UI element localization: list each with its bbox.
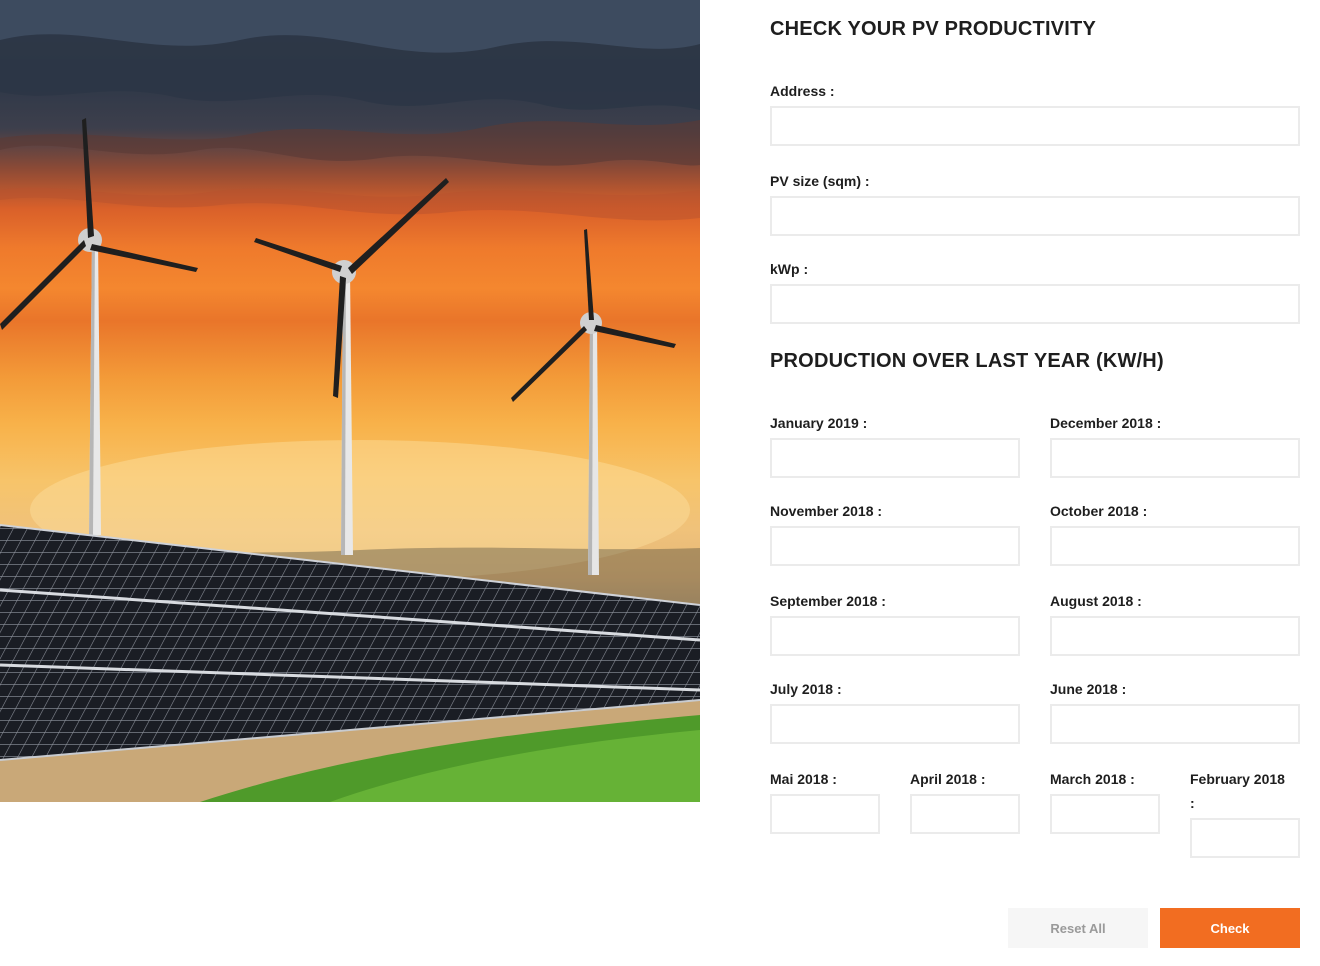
january-2019-input[interactable]	[770, 438, 1020, 478]
november-2018-input[interactable]	[770, 526, 1020, 566]
mai-2018-input[interactable]	[770, 794, 880, 834]
address-label: Address :	[770, 83, 835, 99]
wind-solar-illustration	[0, 0, 700, 802]
february-2018-input[interactable]	[1190, 818, 1300, 858]
november-2018-label: November 2018 :	[770, 503, 883, 519]
march-2018-input[interactable]	[1050, 794, 1160, 834]
december-2018-label: December 2018 :	[1050, 415, 1162, 431]
reset-all-button[interactable]: Reset All	[1008, 908, 1148, 948]
mai-2018-label: Mai 2018 :	[770, 771, 837, 787]
address-input[interactable]	[770, 106, 1300, 146]
form-title: CHECK YOUR PV PRODUCTIVITY	[770, 18, 1096, 40]
april-2018-input[interactable]	[910, 794, 1020, 834]
kwp-label: kWp :	[770, 261, 809, 277]
august-2018-input[interactable]	[1050, 616, 1300, 656]
pv-size-input[interactable]	[770, 196, 1300, 236]
december-2018-input[interactable]	[1050, 438, 1300, 478]
september-2018-label: September 2018 :	[770, 593, 886, 609]
april-2018-label: April 2018 :	[910, 771, 986, 787]
pv-productivity-form: CHECK YOUR PV PRODUCTIVITY Address : PV …	[770, 0, 1300, 966]
july-2018-label: July 2018 :	[770, 681, 842, 697]
pv-size-label: PV size (sqm) :	[770, 173, 870, 189]
february-2018-label-colon: :	[1190, 795, 1195, 811]
march-2018-label: March 2018 :	[1050, 771, 1135, 787]
february-2018-label: February 2018	[1190, 771, 1285, 787]
september-2018-input[interactable]	[770, 616, 1020, 656]
august-2018-label: August 2018 :	[1050, 593, 1142, 609]
june-2018-label: June 2018 :	[1050, 681, 1127, 697]
check-button[interactable]: Check	[1160, 908, 1300, 948]
kwp-input[interactable]	[770, 284, 1300, 324]
july-2018-input[interactable]	[770, 704, 1020, 744]
october-2018-label: October 2018 :	[1050, 503, 1148, 519]
hero-image	[0, 0, 700, 802]
production-title: PRODUCTION OVER LAST YEAR (KW/H)	[770, 350, 1164, 372]
october-2018-input[interactable]	[1050, 526, 1300, 566]
january-2019-label: January 2019 :	[770, 415, 868, 431]
june-2018-input[interactable]	[1050, 704, 1300, 744]
